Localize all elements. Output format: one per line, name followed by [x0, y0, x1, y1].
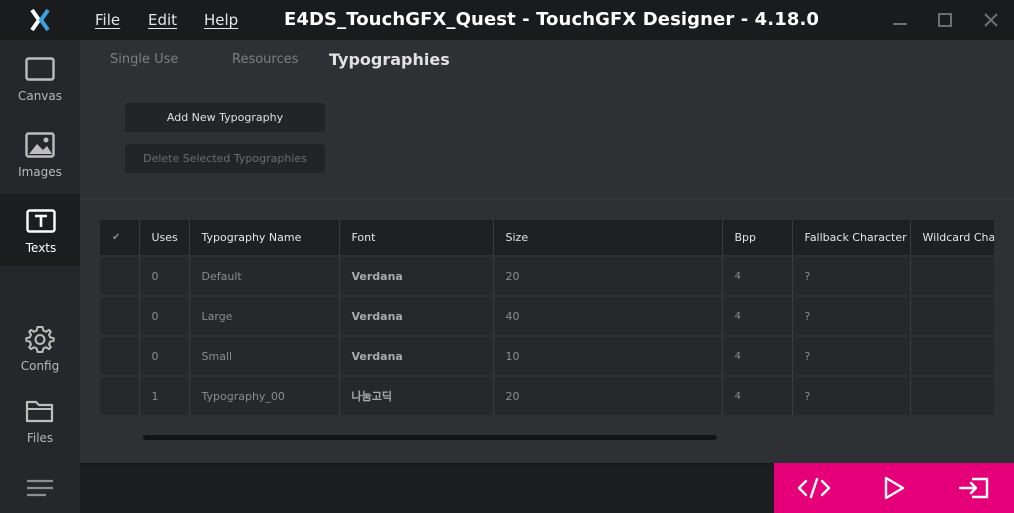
minimize-icon[interactable]	[890, 10, 910, 30]
gear-icon	[24, 324, 56, 354]
code-icon[interactable]	[794, 473, 834, 503]
cell-size[interactable]: 20	[493, 256, 723, 297]
tab-single-use[interactable]: Single Use	[110, 52, 178, 67]
menu-help[interactable]: Help	[204, 11, 238, 29]
table-row[interactable]: 0 Default Verdana 20 4 ?	[100, 256, 994, 297]
hamburger-menu-icon[interactable]	[0, 463, 80, 513]
cell-bpp[interactable]: 4	[722, 256, 793, 297]
cell-uses: 0	[139, 256, 190, 297]
add-new-typography-button[interactable]: Add New Typography	[125, 103, 325, 132]
sidebar-item-images[interactable]: Images	[0, 118, 80, 190]
column-header-bpp[interactable]: Bpp	[722, 220, 793, 257]
column-header-wildcard-characters[interactable]: Wildcard Characters	[910, 220, 994, 257]
column-header-uses[interactable]: Uses	[139, 220, 190, 257]
cell-wildcard-characters[interactable]	[910, 336, 994, 377]
cell-fallback-character[interactable]: ?	[792, 336, 911, 377]
table-header-row: ✔ Uses Typography Name Font Size Bpp Fal…	[100, 220, 994, 257]
cell-fallback-character[interactable]: ?	[792, 296, 911, 337]
cell-wildcard-characters[interactable]	[910, 376, 994, 415]
horizontal-scrollbar[interactable]	[143, 435, 717, 440]
cell-size[interactable]: 20	[493, 376, 723, 415]
sidebar: Canvas Images Texts Config Files	[0, 40, 80, 513]
column-header-font[interactable]: Font	[339, 220, 494, 257]
cell-typography-name[interactable]: Small	[189, 336, 340, 377]
touchgfx-logo-icon	[0, 0, 80, 40]
image-icon	[24, 130, 56, 160]
sidebar-item-files[interactable]: Files	[0, 384, 80, 456]
table-row[interactable]: 0 Small Verdana 10 4 ?	[100, 336, 994, 377]
maximize-icon[interactable]	[935, 10, 955, 30]
sidebar-item-config[interactable]: Config	[0, 312, 80, 384]
column-header-size[interactable]: Size	[493, 220, 723, 257]
action-bar	[774, 463, 1014, 513]
menu-file[interactable]: File	[95, 11, 120, 29]
folder-icon	[24, 396, 56, 426]
cell-font[interactable]: Verdana	[339, 256, 494, 297]
main-panel: Single Use Resources Typographies Add Ne…	[80, 40, 1014, 463]
row-checkbox[interactable]	[100, 376, 140, 415]
table-row[interactable]: 0 Large Verdana 40 4 ?	[100, 296, 994, 337]
column-header-fallback-character[interactable]: Fallback Character	[792, 220, 911, 257]
tab-typographies[interactable]: Typographies	[329, 50, 450, 69]
sidebar-item-label: Config	[20, 359, 60, 373]
cell-wildcard-characters[interactable]	[910, 256, 994, 297]
cell-wildcard-characters[interactable]	[910, 296, 994, 337]
cell-fallback-character[interactable]: ?	[792, 376, 911, 415]
divider	[80, 198, 1014, 199]
delete-selected-typographies-button[interactable]: Delete Selected Typographies	[125, 144, 325, 173]
row-checkbox[interactable]	[100, 336, 140, 377]
row-checkbox[interactable]	[100, 256, 140, 297]
title-bar: File Edit Help E4DS_TouchGFX_Quest - Tou…	[0, 0, 1014, 40]
column-header-typography-name[interactable]: Typography Name	[189, 220, 340, 257]
cell-bpp[interactable]: 4	[722, 296, 793, 337]
table-row[interactable]: 1 Typography_00 나눔고딕 20 4 ?	[100, 376, 994, 415]
cell-bpp[interactable]: 4	[722, 376, 793, 415]
sidebar-item-label: Files	[26, 431, 54, 445]
sidebar-item-texts[interactable]: Texts	[0, 194, 80, 266]
cell-fallback-character[interactable]: ?	[792, 256, 911, 297]
cell-typography-name[interactable]: Typography_00	[189, 376, 340, 415]
cell-uses: 0	[139, 336, 190, 377]
canvas-icon	[24, 54, 56, 84]
sidebar-item-canvas[interactable]: Canvas	[0, 42, 80, 114]
sidebar-item-label: Canvas	[17, 89, 63, 103]
text-icon	[25, 206, 57, 236]
run-simulator-icon[interactable]	[874, 473, 914, 503]
sidebar-item-label: Texts	[25, 241, 57, 255]
sidebar-item-label: Images	[18, 165, 62, 179]
row-checkbox[interactable]	[100, 296, 140, 337]
app-window: File Edit Help E4DS_TouchGFX_Quest - Tou…	[0, 0, 1014, 513]
cell-font[interactable]: 나눔고딕	[339, 376, 494, 415]
menu-edit[interactable]: Edit	[148, 11, 177, 29]
tab-resources[interactable]: Resources	[232, 52, 298, 67]
select-all-checkbox[interactable]: ✔	[100, 220, 140, 257]
cell-size[interactable]: 40	[493, 296, 723, 337]
cell-typography-name[interactable]: Default	[189, 256, 340, 297]
close-icon[interactable]	[981, 10, 1001, 30]
cell-bpp[interactable]: 4	[722, 336, 793, 377]
window-title: E4DS_TouchGFX_Quest - TouchGFX Designer …	[284, 9, 820, 30]
cell-typography-name[interactable]: Large	[189, 296, 340, 337]
typography-table: ✔ Uses Typography Name Font Size Bpp Fal…	[100, 220, 994, 415]
cell-uses: 1	[139, 376, 190, 415]
cell-font[interactable]: Verdana	[339, 296, 494, 337]
cell-uses: 0	[139, 296, 190, 337]
cell-size[interactable]: 10	[493, 336, 723, 377]
cell-font[interactable]: Verdana	[339, 336, 494, 377]
run-target-icon[interactable]	[954, 473, 994, 503]
